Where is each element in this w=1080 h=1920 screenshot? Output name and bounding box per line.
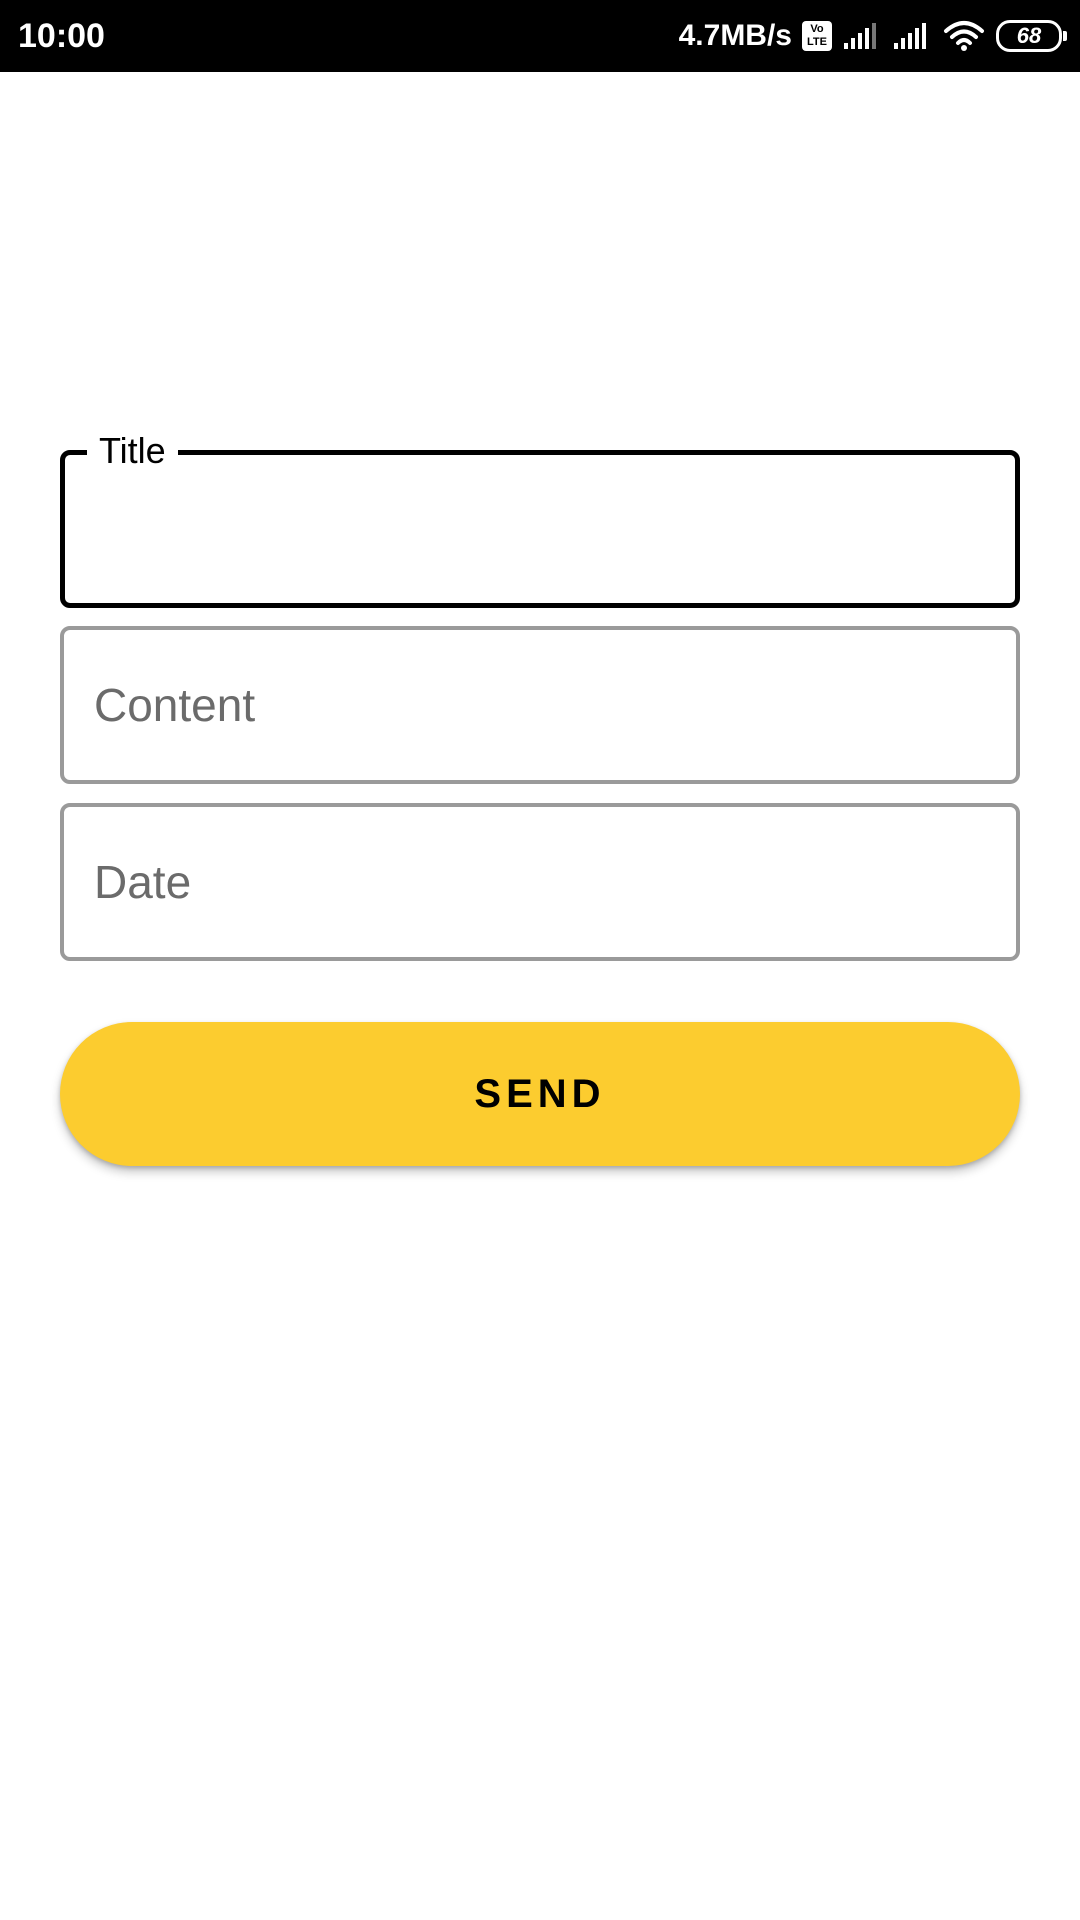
volte-icon-bottom: LTE [807,36,827,48]
send-button[interactable]: SEND [60,1022,1020,1166]
wifi-icon [944,21,984,51]
title-input[interactable] [95,499,985,559]
status-icons: 4.7MB/s Vo LTE 68 [678,14,1067,58]
volte-icon-top: Vo [810,23,824,35]
volte-icon: Vo LTE [802,21,832,51]
status-time: 10:00 [18,17,105,55]
status-bar: 10:00 4.7MB/s Vo LTE 68 [0,0,1080,72]
content-field[interactable] [60,626,1020,784]
battery-icon: 68 [996,20,1067,52]
title-field-label: Title [87,429,178,473]
content-input[interactable] [94,675,986,735]
network-speed: 4.7MB/s [678,19,792,52]
signal-icon [844,23,876,49]
date-field[interactable] [60,803,1020,961]
signal-icon [894,23,926,49]
date-input[interactable] [94,852,986,912]
title-field[interactable]: Title [60,429,1020,608]
